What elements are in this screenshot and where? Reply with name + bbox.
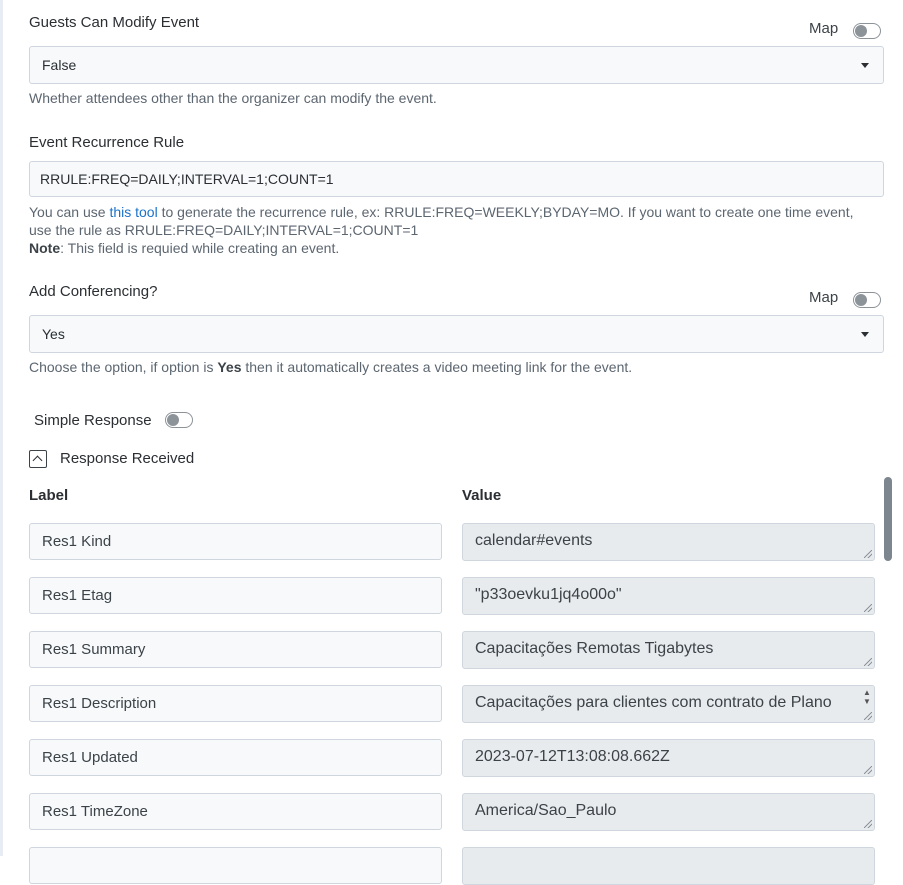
resize-grip-icon[interactable] — [864, 604, 872, 612]
note-text: : This field is requied while creating a… — [60, 240, 340, 256]
table-row: Res1 Description Capacitações para clien… — [29, 685, 884, 723]
row-value-textarea[interactable]: calendar#events — [462, 523, 875, 561]
conferencing-help: Choose the option, if option is Yes then… — [29, 358, 884, 376]
conferencing-help-prefix: Choose the option, if option is — [29, 359, 218, 375]
row-value-text: 2023-07-12T13:08:08.662Z — [475, 748, 670, 765]
row-value-textarea[interactable]: America/Sao_Paulo — [462, 793, 875, 831]
conferencing-label: Add Conferencing? — [29, 283, 158, 300]
row-value-text: America/Sao_Paulo — [475, 802, 617, 819]
conferencing-help-suffix: then it automatically creates a video me… — [241, 359, 633, 375]
recurrence-help-line2: use the rule as RRULE:FREQ=DAILY;INTERVA… — [29, 222, 419, 238]
recurrence-help-prefix: You can use — [29, 204, 110, 220]
guests-modify-map-toggle[interactable] — [853, 23, 881, 39]
row-label-input[interactable]: Res1 TimeZone — [29, 793, 442, 830]
collapse-toggle[interactable] — [29, 450, 47, 468]
row-label-input[interactable]: Res1 Description — [29, 685, 442, 722]
resize-grip-icon[interactable] — [864, 658, 872, 666]
recurrence-help: You can use this tool to generate the re… — [29, 203, 884, 257]
row-label-input[interactable] — [29, 847, 442, 884]
conferencing-map-toggle[interactable] — [853, 292, 881, 308]
resize-grip-icon[interactable] — [864, 820, 872, 828]
simple-response-label: Simple Response — [34, 412, 152, 429]
row-value-textarea[interactable]: Capacitações para clientes com contrato … — [462, 685, 875, 723]
row-label-input[interactable]: Res1 Summary — [29, 631, 442, 668]
label-column-header: Label — [29, 487, 69, 504]
row-value-textarea[interactable]: Capacitações Remotas Tigabytes — [462, 631, 875, 669]
row-value-text: Capacitações Remotas Tigabytes — [475, 640, 714, 657]
this-tool-link[interactable]: this tool — [109, 204, 157, 220]
table-row — [29, 847, 884, 885]
recurrence-help-line1: to generate the recurrence rule, ex: RRU… — [157, 204, 854, 220]
row-value-text: Capacitações para clientes com contrato … — [475, 694, 832, 711]
conferencing-select[interactable]: Yes — [29, 315, 884, 353]
row-value-textarea[interactable]: 2023-07-12T13:08:08.662Z — [462, 739, 875, 777]
row-value-textarea[interactable]: "p33oevku1jq4o00o" — [462, 577, 875, 615]
row-label-input[interactable]: Res1 Updated — [29, 739, 442, 776]
guests-modify-select[interactable]: False — [29, 46, 884, 84]
scroll-arrows-icon[interactable]: ▲ ▼ — [861, 688, 873, 706]
row-label-input[interactable]: Res1 Kind — [29, 523, 442, 560]
table-row: Res1 TimeZone America/Sao_Paulo — [29, 793, 884, 831]
chevron-up-icon — [32, 455, 43, 466]
chevron-down-icon — [861, 332, 869, 337]
table-row: Res1 Updated 2023-07-12T13:08:08.662Z — [29, 739, 884, 777]
vertical-scrollbar[interactable] — [884, 477, 892, 561]
conferencing-help-bold: Yes — [217, 359, 242, 375]
chevron-down-icon — [861, 63, 869, 68]
value-column-header: Value — [462, 487, 502, 504]
guests-modify-help: Whether attendees other than the organiz… — [29, 90, 437, 106]
response-received-label: Response Received — [60, 450, 195, 467]
recurrence-label: Event Recurrence Rule — [29, 134, 185, 151]
table-row: Res1 Summary Capacitações Remotas Tigaby… — [29, 631, 884, 669]
row-value-text: calendar#events — [475, 532, 593, 549]
resize-grip-icon[interactable] — [864, 712, 872, 720]
resize-grip-icon[interactable] — [864, 550, 872, 558]
row-value-textarea[interactable] — [462, 847, 875, 885]
table-row: Res1 Kind calendar#events — [29, 523, 884, 561]
recurrence-input[interactable]: RRULE:FREQ=DAILY;INTERVAL=1;COUNT=1 — [29, 161, 884, 197]
conferencing-map-label: Map — [809, 289, 839, 306]
row-value-text: "p33oevku1jq4o00o" — [475, 586, 622, 603]
guests-modify-value: False — [42, 57, 77, 73]
table-row: Res1 Etag "p33oevku1jq4o00o" — [29, 577, 884, 615]
guests-modify-label: Guests Can Modify Event — [29, 14, 200, 31]
guests-modify-map-label: Map — [809, 20, 839, 37]
row-label-input[interactable]: Res1 Etag — [29, 577, 442, 614]
simple-response-toggle[interactable] — [165, 412, 193, 428]
resize-grip-icon[interactable] — [864, 766, 872, 774]
note-label: Note — [29, 240, 61, 256]
conferencing-value: Yes — [42, 326, 65, 342]
left-border — [0, 0, 3, 856]
